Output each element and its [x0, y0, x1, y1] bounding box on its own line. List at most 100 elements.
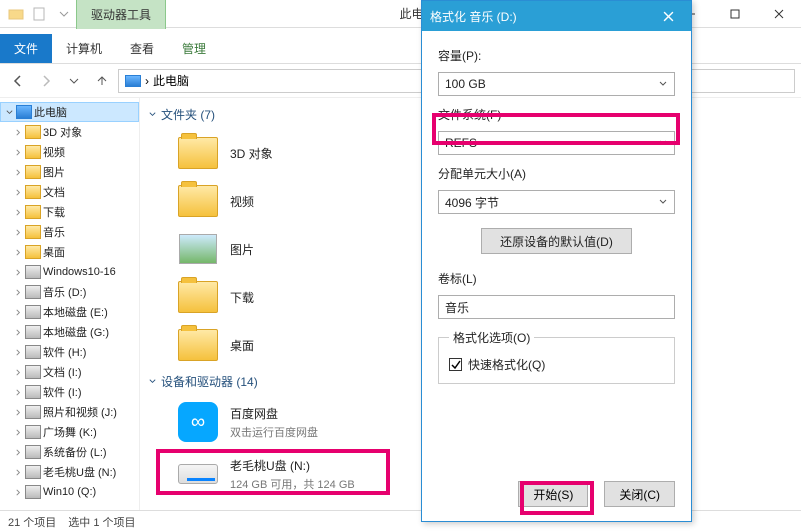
dialog-titlebar: 格式化 音乐 (D:): [422, 1, 691, 31]
chevron-right-icon[interactable]: [14, 328, 23, 337]
tree-item[interactable]: 音乐: [0, 222, 139, 242]
drive-icon: [25, 485, 41, 499]
chevron-right-icon[interactable]: [14, 168, 23, 177]
breadcrumb-sep: ›: [145, 74, 149, 88]
chevron-right-icon[interactable]: [14, 408, 23, 417]
chevron-right-icon[interactable]: [14, 428, 23, 437]
properties-icon[interactable]: [32, 6, 48, 22]
tab-manage[interactable]: 管理: [168, 34, 220, 63]
tree-item[interactable]: 照片和视频 (J:): [0, 402, 139, 422]
chevron-right-icon[interactable]: [14, 188, 23, 197]
tree-item[interactable]: 图片: [0, 162, 139, 182]
restore-defaults-button[interactable]: 还原设备的默认值(D): [481, 228, 632, 254]
filesystem-select[interactable]: REFS: [438, 131, 675, 155]
tree-item[interactable]: 本地磁盘 (E:): [0, 302, 139, 322]
address-text: 此电脑: [153, 72, 189, 89]
chevron-right-icon[interactable]: [14, 248, 23, 257]
chevron-right-icon[interactable]: [14, 448, 23, 457]
chevron-right-icon[interactable]: [14, 288, 23, 297]
chevron-right-icon[interactable]: [14, 128, 23, 137]
folder-icon: [25, 225, 41, 239]
tree-item[interactable]: 软件 (H:): [0, 342, 139, 362]
format-options-group: 格式化选项(O) 快速格式化(Q): [438, 329, 675, 384]
volume-label: 卷标(L): [438, 270, 675, 287]
nav-history-button[interactable]: [62, 69, 86, 93]
chevron-down-icon: [148, 110, 157, 119]
quick-access-toolbar: [0, 6, 72, 22]
chevron-right-icon[interactable]: [14, 488, 23, 497]
drive-icon: [25, 465, 41, 479]
filesystem-label: 文件系统(F): [438, 106, 675, 123]
folder-icon: [8, 6, 24, 22]
drive-icon: [178, 464, 218, 484]
chevron-right-icon[interactable]: [14, 348, 23, 357]
chevron-down-icon: [148, 377, 157, 386]
dropdown-icon[interactable]: [56, 6, 72, 22]
alloc-select[interactable]: 4096 字节: [438, 190, 675, 214]
tree-item[interactable]: 视频: [0, 142, 139, 162]
folder-icon: [178, 329, 218, 361]
drive-icon: [25, 285, 41, 299]
folder-icon: [25, 205, 41, 219]
drive-icon: [25, 365, 41, 379]
quick-format-checkbox[interactable]: 快速格式化(Q): [449, 356, 664, 373]
folder-icon: [25, 185, 41, 199]
capacity-select[interactable]: 100 GB: [438, 72, 675, 96]
tree-item[interactable]: 软件 (I:): [0, 382, 139, 402]
close-format-button[interactable]: 关闭(C): [604, 481, 675, 507]
drive-icon: [25, 325, 41, 339]
chevron-right-icon[interactable]: [14, 228, 23, 237]
tree-item[interactable]: 广场舞 (K:): [0, 422, 139, 442]
tree-item[interactable]: 老毛桃U盘 (N:): [0, 462, 139, 482]
tree-item[interactable]: 桌面: [0, 242, 139, 262]
chevron-right-icon[interactable]: [14, 208, 23, 217]
tree-item[interactable]: 下载: [0, 202, 139, 222]
ribbon-context-group: 驱动器工具: [76, 0, 166, 29]
tree-item[interactable]: 文档: [0, 182, 139, 202]
nav-back-button[interactable]: [6, 69, 30, 93]
tree-item[interactable]: 3D 对象: [0, 122, 139, 142]
chevron-right-icon[interactable]: [14, 268, 23, 277]
drive-icon: [25, 345, 41, 359]
tree-item[interactable]: 系统备份 (L:): [0, 442, 139, 462]
chevron-down-icon: [658, 138, 668, 148]
maximize-button[interactable]: [713, 0, 757, 28]
pc-icon: [16, 105, 32, 119]
folder-icon: [178, 185, 218, 217]
tree-this-pc[interactable]: 此电脑: [0, 102, 139, 122]
tab-computer[interactable]: 计算机: [52, 34, 116, 63]
chevron-down-icon[interactable]: [5, 108, 14, 117]
folder-icon: [178, 137, 218, 169]
chevron-right-icon[interactable]: [14, 148, 23, 157]
tree-item[interactable]: 音乐 (D:): [0, 282, 139, 302]
status-item-count: 21 个项目: [8, 514, 56, 530]
tree-item[interactable]: 文档 (I:): [0, 362, 139, 382]
chevron-down-icon: [658, 79, 668, 89]
chevron-right-icon[interactable]: [14, 468, 23, 477]
nav-up-button[interactable]: [90, 69, 114, 93]
start-button[interactable]: 开始(S): [518, 481, 588, 507]
tree-item[interactable]: Windows10-16: [0, 262, 139, 282]
folder-icon: [25, 125, 41, 139]
check-icon: [451, 360, 461, 370]
navigation-tree[interactable]: 此电脑 3D 对象视频图片文档下载音乐桌面Windows10-16音乐 (D:)…: [0, 98, 140, 510]
tree-item[interactable]: Win10 (Q:): [0, 482, 139, 502]
tree-item[interactable]: 本地磁盘 (G:): [0, 322, 139, 342]
nav-forward-button[interactable]: [34, 69, 58, 93]
format-dialog: 格式化 音乐 (D:) 容量(P): 100 GB 文件系统(F) REFS 分…: [421, 0, 692, 522]
tab-view[interactable]: 查看: [116, 34, 168, 63]
alloc-label: 分配单元大小(A): [438, 165, 675, 182]
chevron-right-icon[interactable]: [14, 388, 23, 397]
volume-input[interactable]: 音乐: [438, 295, 675, 319]
drive-icon: [25, 385, 41, 399]
tab-file[interactable]: 文件: [0, 34, 52, 63]
dialog-close-button[interactable]: [653, 1, 683, 31]
close-button[interactable]: [757, 0, 801, 28]
folder-icon: [25, 165, 41, 179]
folder-icon: [25, 245, 41, 259]
capacity-label: 容量(P):: [438, 47, 675, 64]
chevron-right-icon[interactable]: [14, 308, 23, 317]
drive-icon: [25, 305, 41, 319]
chevron-right-icon[interactable]: [14, 368, 23, 377]
baidu-icon: ∞: [178, 402, 218, 442]
